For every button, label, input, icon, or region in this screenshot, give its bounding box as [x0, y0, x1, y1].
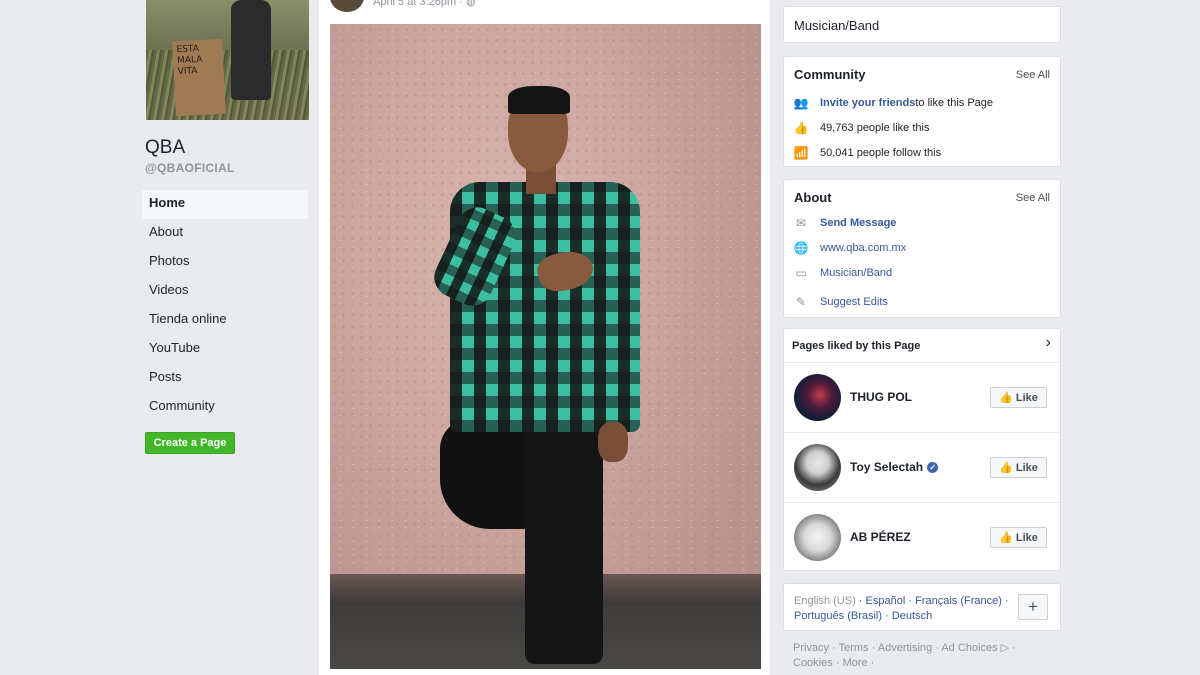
nav-item-youtube[interactable]: YouTube [142, 335, 308, 364]
likes-row: 👍 49,763 people like this [793, 121, 930, 135]
photo-person-leg-right [525, 419, 603, 664]
photo-person-right-hand [598, 422, 628, 462]
messenger-icon: ✉ [795, 216, 807, 230]
like-button[interactable]: 👍 Like [990, 387, 1047, 408]
like-button-label: Like [1015, 531, 1038, 544]
page-nav: Home About Photos Videos Tienda online Y… [142, 190, 308, 422]
liked-page-name[interactable]: THUG POL [850, 390, 912, 404]
language-link[interactable]: Português (Brasil) [794, 610, 882, 622]
invite-friends-link[interactable]: Invite your friends [820, 97, 915, 109]
suggest-edits-row: ✎ Suggest Edits [794, 295, 888, 309]
language-card: English (US) · Español · Français (Franc… [783, 583, 1061, 631]
language-link[interactable]: Français (France) [915, 595, 1002, 607]
website-row: 🌐 www.qba.com.mx [793, 241, 907, 255]
about-see-all-link[interactable]: See All [1016, 192, 1050, 204]
add-language-button[interactable]: + [1018, 594, 1048, 620]
liked-page-avatar[interactable] [794, 444, 841, 491]
language-sep: · [905, 595, 916, 607]
nav-item-community[interactable]: Community [142, 393, 308, 422]
invite-friends-text: to like this Page [915, 97, 994, 109]
post-timestamp[interactable]: April 5 at 3:26pm · [373, 0, 466, 8]
invite-friends-row: 👥 Invite your friends to like this Page [794, 96, 993, 110]
cover-sign: ESTA MALA VITA [172, 38, 226, 117]
about-title: About [794, 190, 832, 205]
verified-badge-icon: ✓ [927, 461, 939, 473]
liked-page-item: Toy Selectah ✓ 👍 Like [784, 432, 1060, 502]
footer-links[interactable]: Privacy · Terms · Advertising · Ad Choic… [793, 641, 1053, 671]
send-message-link[interactable]: Send Message [820, 217, 896, 229]
website-link[interactable]: www.qba.com.mx [820, 242, 906, 254]
page-title[interactable]: QBA [145, 137, 185, 159]
send-message-row: ✉ Send Message [794, 216, 896, 230]
post-photo[interactable] [330, 24, 761, 669]
like-button-label: Like [1015, 461, 1038, 474]
pages-liked-title[interactable]: Pages liked by this Page [792, 340, 920, 352]
page-cover-thumbnail[interactable]: ESTA MALA VITA [146, 0, 309, 120]
language-sep: · [855, 595, 866, 607]
language-sep: · [882, 610, 892, 622]
post-meta: April 5 at 3:26pm · ◍ [373, 0, 476, 8]
liked-page-item: THUG POL 👍 Like [784, 362, 1060, 432]
liked-page-name[interactable]: Toy Selectah ✓ [850, 460, 939, 474]
like-button-label: Like [1015, 391, 1038, 404]
language-sep: · [1001, 595, 1009, 607]
like-button[interactable]: 👍 Like [990, 457, 1047, 478]
nav-item-posts[interactable]: Posts [142, 364, 308, 393]
nav-item-videos[interactable]: Videos [142, 277, 308, 306]
current-language: English (US) [794, 595, 856, 607]
community-card: Community See All 👥 Invite your friends … [783, 56, 1061, 167]
chevron-right-icon[interactable]: › [1046, 334, 1051, 352]
follows-row: 📶 50,041 people follow this [793, 146, 942, 160]
cover-figure [231, 0, 271, 100]
follows-count[interactable]: 50,041 people follow this [820, 147, 941, 159]
liked-page-avatar[interactable] [794, 374, 841, 421]
thumbs-up-icon: 👍 [793, 121, 809, 135]
liked-page-name-text[interactable]: THUG POL [850, 390, 912, 404]
thumbs-up-icon: 👍 [999, 532, 1013, 544]
liked-page-avatar[interactable] [794, 514, 841, 561]
thumbs-up-icon: 👍 [999, 392, 1013, 404]
category-icon: ▭ [795, 266, 807, 280]
nav-item-tienda-online[interactable]: Tienda online [142, 306, 308, 335]
globe-icon: ◍ [465, 0, 476, 8]
page-handle[interactable]: @QBAOFICIAL [145, 161, 235, 175]
liked-page-name[interactable]: AB PÉREZ [850, 530, 911, 544]
community-see-all-link[interactable]: See All [1016, 69, 1050, 81]
thumbs-up-icon: 👍 [999, 462, 1013, 474]
category-link[interactable]: Musician/Band [820, 267, 892, 279]
about-card: About See All ✉ Send Message 🌐 www.qba.c… [783, 179, 1061, 318]
language-link[interactable]: Español [866, 595, 906, 607]
pages-liked-card: Pages liked by this Page › THUG POL 👍 Lik… [783, 328, 1061, 571]
category-row: ▭ Musician/Band [794, 266, 892, 280]
community-title: Community [794, 67, 866, 82]
like-button[interactable]: 👍 Like [990, 527, 1047, 548]
liked-page-name-text[interactable]: AB PÉREZ [850, 530, 911, 544]
likes-count[interactable]: 49,763 people like this [820, 122, 929, 134]
invite-friends-icon: 👥 [793, 96, 809, 110]
cover-grass [146, 50, 309, 120]
globe-icon: 🌐 [793, 241, 809, 255]
nav-item-home[interactable]: Home [142, 190, 308, 219]
language-list: English (US) · Español · Français (Franc… [794, 594, 1014, 624]
liked-page-name-text[interactable]: Toy Selectah [850, 460, 923, 474]
nav-item-about[interactable]: About [142, 219, 308, 248]
nav-item-photos[interactable]: Photos [142, 248, 308, 277]
create-page-button[interactable]: Create a Page [145, 432, 235, 454]
photo-person-hair [508, 86, 570, 114]
language-link[interactable]: Deutsch [892, 610, 932, 622]
suggest-edits-link[interactable]: Suggest Edits [820, 296, 888, 308]
pencil-icon: ✎ [795, 295, 807, 309]
liked-page-item: AB PÉREZ 👍 Like [784, 502, 1060, 572]
category-card: Musician/Band [783, 6, 1061, 43]
rss-follow-icon: 📶 [793, 146, 809, 160]
category-label[interactable]: Musician/Band [794, 18, 879, 33]
